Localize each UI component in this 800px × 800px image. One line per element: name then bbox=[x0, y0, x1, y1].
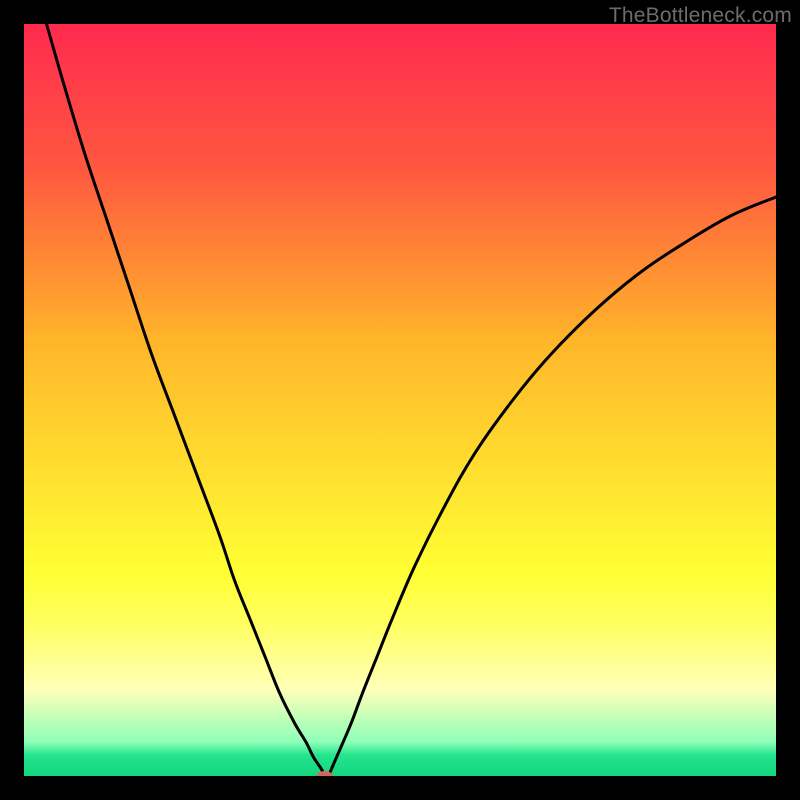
bottleneck-chart bbox=[24, 24, 776, 776]
watermark-text: TheBottleneck.com bbox=[609, 4, 792, 28]
chart-frame: TheBottleneck.com bbox=[0, 0, 800, 800]
chart-background bbox=[24, 24, 776, 776]
